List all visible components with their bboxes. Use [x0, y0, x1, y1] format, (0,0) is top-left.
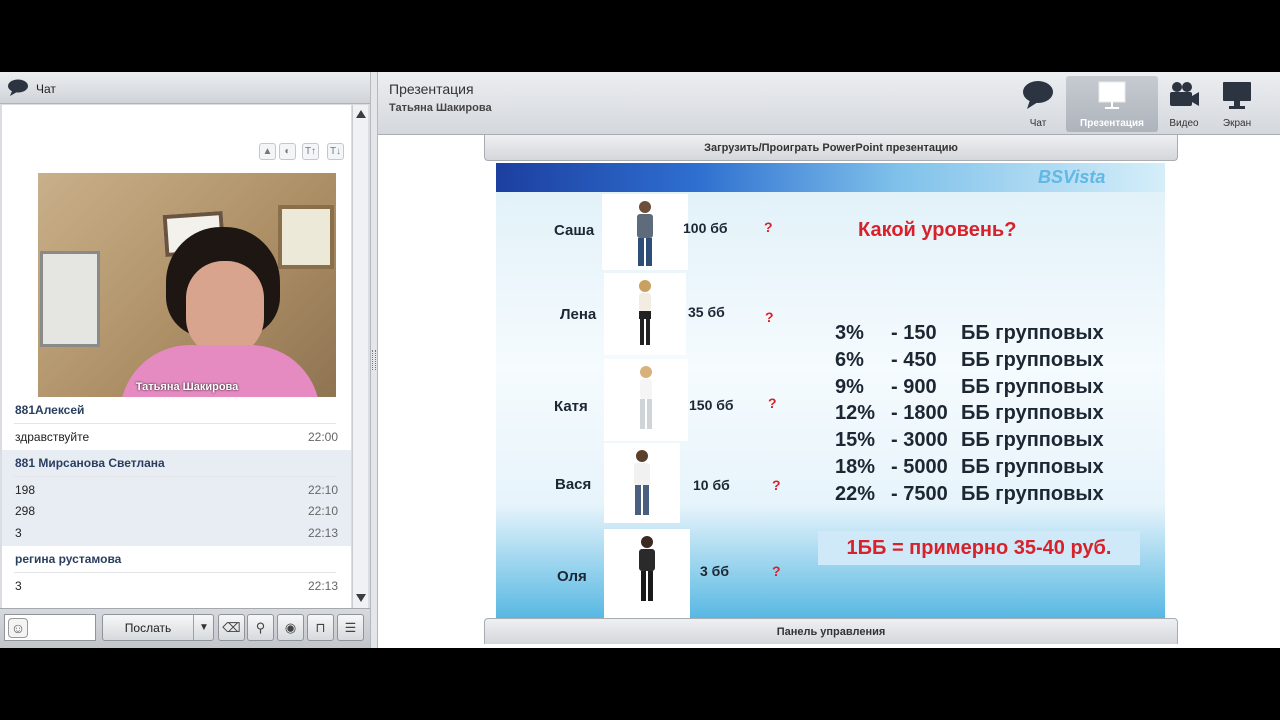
message-input[interactable]: ☺	[4, 614, 96, 641]
message-time: 22:13	[308, 526, 339, 540]
person-points: 10 бб	[693, 477, 730, 493]
presentation-slide: BSVista Саша 100 бб ? Лена 35 бб ? Катя …	[496, 163, 1165, 618]
person-points: 3 бб	[700, 563, 729, 579]
person-figure-icon	[639, 536, 655, 601]
person-question-mark: ?	[772, 563, 781, 579]
alert-format-icon[interactable]: ▲	[259, 143, 276, 160]
send-options-dropdown-icon[interactable]: ▼	[193, 615, 214, 640]
person-photo	[604, 359, 688, 441]
presenter-face	[186, 261, 264, 357]
mode-chat-button[interactable]: Чат	[1014, 76, 1062, 132]
person-figure-icon	[637, 201, 653, 266]
chat-bubble-icon	[1023, 81, 1053, 109]
monitor-icon	[1223, 82, 1251, 109]
unlock-icon[interactable]: ⊓	[307, 614, 334, 641]
person-question-mark: ?	[764, 219, 773, 235]
smiley-icon[interactable]: ☺	[8, 618, 28, 638]
chat-header: Чат	[0, 72, 370, 104]
link-icon[interactable]: ⚲	[247, 614, 274, 641]
message-text: 298	[15, 504, 36, 518]
notes-icon[interactable]: ☰	[337, 614, 364, 641]
person-figure-icon	[634, 450, 650, 515]
mode-video-label: Видео	[1169, 118, 1199, 129]
chat-panel: Чат ▲ ◐ T↑ T↓ Татьяна Шакирова 881Алексе…	[0, 72, 370, 648]
wall-certificate	[278, 205, 334, 269]
font-decrease-icon[interactable]: T↓	[327, 143, 344, 160]
send-button[interactable]: Послать ▼	[102, 614, 214, 641]
person-name: Саша	[554, 222, 595, 239]
scroll-down-icon[interactable]	[356, 594, 366, 602]
font-increase-icon[interactable]: T↑	[302, 143, 319, 160]
mode-screen-button[interactable]: Экран	[1212, 76, 1262, 132]
mode-screen-label: Экран	[1222, 118, 1252, 129]
chat-title: Чат	[36, 82, 56, 96]
chat-footer: ☺ Послать ▼ ⌫ ⚲ ◉ ⊓ ☰	[0, 608, 370, 648]
message-author: 881 Мирсанова Светлана	[15, 456, 165, 470]
presentation-board-icon	[1098, 81, 1126, 109]
slide-heading: Какой уровень?	[858, 219, 1017, 241]
video-caption: Татьяна Шакирова	[135, 381, 239, 393]
eye-icon[interactable]: ◉	[277, 614, 304, 641]
color-format-icon[interactable]: ◐	[279, 143, 296, 160]
person-question-mark: ?	[765, 309, 774, 325]
load-presentation-tab[interactable]: Загрузить/Проиграть PowerPoint презентац…	[484, 135, 1178, 161]
person-photo	[604, 529, 690, 618]
message-author: 881Алексей	[15, 403, 85, 417]
mode-video-button[interactable]: Видео	[1160, 76, 1208, 132]
person-question-mark: ?	[772, 477, 781, 493]
person-name: Оля	[557, 568, 587, 585]
person-photo	[602, 194, 688, 270]
panel-splitter[interactable]	[370, 72, 378, 648]
person-figure-icon	[639, 280, 651, 345]
video-camera-icon	[1170, 82, 1199, 106]
chat-messages-area[interactable]: ▲ ◐ T↑ T↓ Татьяна Шакирова 881Алексей зд…	[2, 105, 351, 608]
control-panel-tab[interactable]: Панель управления	[484, 618, 1178, 644]
scroll-up-icon[interactable]	[356, 110, 366, 118]
chat-bubble-icon	[8, 79, 28, 96]
slide-note: 1ББ = примерно 35-40 руб.	[818, 531, 1140, 565]
mode-chat-label: Чат	[1029, 118, 1047, 129]
person-name: Катя	[554, 398, 588, 415]
person-photo	[604, 443, 680, 523]
person-photo	[604, 273, 686, 355]
person-name: Вася	[555, 476, 592, 493]
message-time: 22:10	[308, 483, 339, 497]
message-time: 22:13	[308, 579, 339, 593]
presentation-panel: Презентация Татьяна Шакирова Чат Презент…	[378, 72, 1280, 648]
person-points: 35 бб	[688, 304, 725, 320]
person-points: 150 бб	[689, 397, 734, 413]
message-author: регина рустамова	[15, 552, 122, 566]
slide-logo: BSVista	[1038, 167, 1106, 187]
person-points: 100 бб	[683, 220, 728, 236]
message-text: 198	[15, 483, 36, 497]
presentation-header: Презентация Татьяна Шакирова Чат Презент…	[378, 72, 1280, 135]
send-button-label: Послать	[124, 621, 172, 635]
presenter-name: Татьяна Шакирова	[389, 102, 492, 114]
message-text: 3	[15, 526, 22, 540]
message-time: 22:00	[308, 430, 339, 444]
chat-scrollbar[interactable]	[352, 105, 368, 608]
eraser-icon[interactable]: ⌫	[218, 614, 245, 641]
mode-presentation-button[interactable]: Презентация	[1066, 76, 1158, 132]
person-question-mark: ?	[768, 395, 777, 411]
wall-notice-board	[40, 251, 100, 347]
message-text: 3	[15, 579, 22, 593]
person-figure-icon	[640, 366, 652, 429]
webcam-video: Татьяна Шакирова	[38, 173, 336, 397]
message-time: 22:10	[308, 504, 339, 518]
person-name: Лена	[560, 306, 597, 323]
app-window: Чат ▲ ◐ T↑ T↓ Татьяна Шакирова 881Алексе…	[0, 72, 1280, 648]
presentation-title: Презентация	[389, 81, 474, 97]
message-text: здравствуйте	[15, 430, 90, 444]
mode-presentation-label: Презентация	[1080, 118, 1144, 129]
